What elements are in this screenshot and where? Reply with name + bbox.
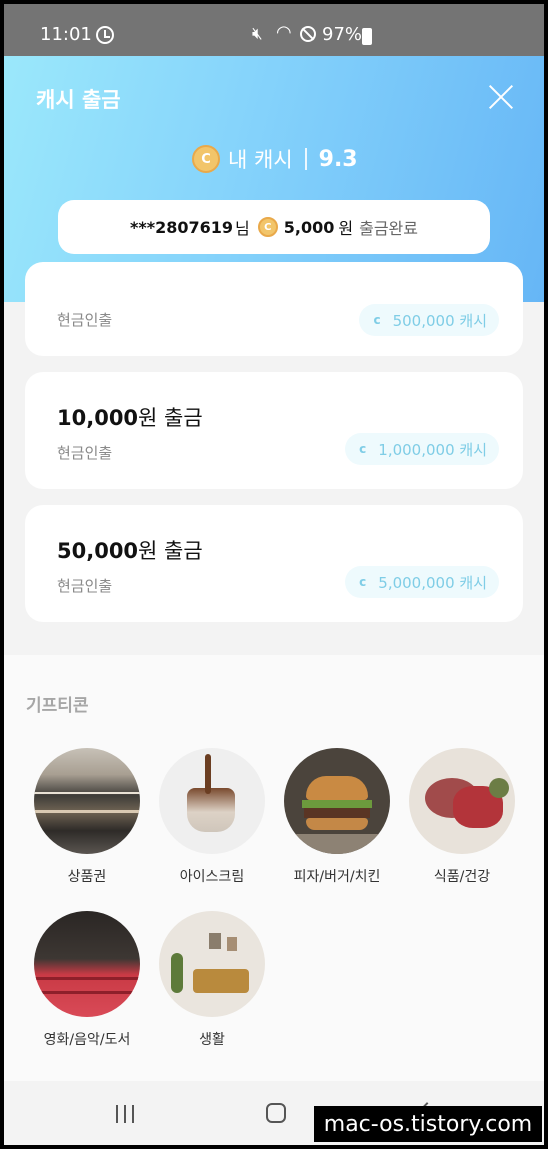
withdraw-option-card[interactable]: 10,000원 출금 현금인출 c 1,000,000 캐시 — [25, 372, 523, 489]
meat-photo-icon — [409, 748, 515, 854]
page-title: 캐시 출금 — [36, 88, 121, 112]
battery-icon — [362, 28, 372, 45]
coin-icon: c — [373, 313, 381, 327]
coin-icon: c — [359, 575, 367, 589]
section-title: 기프티콘 — [26, 696, 89, 716]
close-icon[interactable] — [488, 84, 514, 110]
category-ice-cream[interactable]: 아이스크림 — [150, 748, 274, 886]
category-living[interactable]: 생활 — [150, 911, 274, 1049]
my-cash-label: 내 캐시 — [228, 148, 293, 172]
cost-pill: c 500,000 캐시 — [359, 304, 499, 336]
cinema-seats-photo-icon — [34, 911, 140, 1017]
coin-icon: C — [257, 217, 278, 237]
category-name: 식품/건강 — [433, 869, 491, 885]
option-cost: 5,000,000 캐시 — [378, 573, 487, 592]
battery-percent: 97% — [322, 24, 363, 45]
notice-unit: 원 — [338, 219, 354, 238]
recent-apps-icon[interactable] — [116, 1105, 136, 1123]
alarm-clock-icon — [96, 26, 114, 44]
category-name: 아이스크림 — [179, 869, 245, 885]
category-food-health[interactable]: 식품/건강 — [400, 748, 524, 886]
app-screen: 11:01 🔇︎ ◠ 97% 캐시 출금 C 내 캐시 9.3 ***28076… — [4, 4, 544, 1145]
living-room-photo-icon — [159, 911, 265, 1017]
category-name: 상품권 — [67, 869, 107, 885]
my-cash-value: 9.3 — [318, 146, 358, 172]
status-bar: 11:01 🔇︎ ◠ 97% — [4, 4, 544, 56]
do-not-disturb-icon — [300, 26, 316, 42]
storefront-photo-icon — [34, 748, 140, 854]
category-pizza-burger-chicken[interactable]: 피자/버거/치킨 — [275, 748, 399, 886]
watermark: mac-os.tistory.com — [314, 1106, 542, 1142]
withdraw-option-card[interactable]: 현금인출 c 500,000 캐시 — [25, 262, 523, 356]
notice-status: 출금완료 — [359, 219, 418, 238]
home-icon[interactable] — [266, 1103, 286, 1123]
category-movie-music-books[interactable]: 영화/음악/도서 — [25, 911, 149, 1049]
option-label: 현금인출 — [57, 311, 113, 329]
cost-pill: c 1,000,000 캐시 — [345, 433, 499, 465]
notice-honorific: 님 — [235, 219, 250, 238]
wifi-icon: ◠ — [276, 22, 292, 43]
my-cash-summary: C 내 캐시 9.3 — [192, 144, 358, 174]
status-time: 11:01 — [40, 24, 92, 45]
coin-icon: C — [192, 145, 220, 173]
option-cost: 1,000,000 캐시 — [378, 440, 487, 459]
divider — [304, 148, 307, 170]
notice-user: ***2807619 — [130, 217, 234, 237]
gifticon-section: 기프티콘 상품권 아이스크림 피자/버거/치킨 식품/건강 영화/음악/도서 생… — [4, 655, 544, 1085]
coin-icon: c — [359, 442, 367, 456]
category-name: 생활 — [199, 1032, 225, 1048]
ice-cream-photo-icon — [159, 748, 265, 854]
option-label: 현금인출 — [57, 444, 113, 462]
option-cost: 500,000 캐시 — [392, 311, 487, 330]
option-amount: 50,000원 출금 — [57, 539, 203, 563]
option-label: 현금인출 — [57, 577, 113, 595]
option-amount: 10,000원 출금 — [57, 406, 203, 430]
notice-amount: 5,000 — [283, 217, 335, 237]
category-gift-card[interactable]: 상품권 — [25, 748, 149, 886]
cost-pill: c 5,000,000 캐시 — [345, 566, 499, 598]
withdraw-option-card[interactable]: 50,000원 출금 현금인출 c 5,000,000 캐시 — [25, 505, 523, 622]
category-name: 영화/음악/도서 — [43, 1032, 131, 1048]
category-name: 피자/버거/치킨 — [293, 869, 381, 885]
burger-photo-icon — [284, 748, 390, 854]
withdraw-notice-banner: ***2807619 님 C 5,000 원 출금완료 — [58, 200, 490, 254]
mute-icon: 🔇︎ — [252, 24, 263, 44]
